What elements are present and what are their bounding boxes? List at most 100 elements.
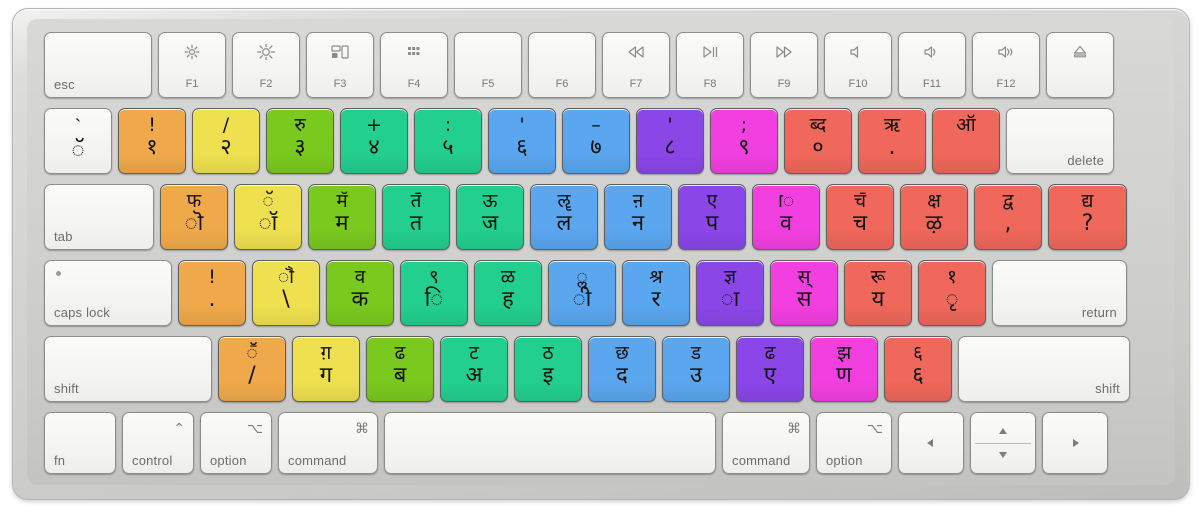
key-keyz[interactable]: ॕ /: [218, 336, 286, 402]
key-comma[interactable]: ढए: [736, 336, 804, 402]
key-digit3[interactable]: रु ३: [266, 108, 334, 174]
key-optionright[interactable]: option ⌥: [816, 412, 892, 474]
key-esc[interactable]: esc: [44, 32, 152, 98]
key-digit7[interactable]: –७: [562, 108, 630, 174]
key-shiftleft[interactable]: shift: [44, 336, 212, 402]
key-bot-backquote: ॅ: [71, 137, 85, 162]
key-keyd[interactable]: वक: [326, 260, 394, 326]
key-f2[interactable]: F2: [232, 32, 300, 98]
key-keyh[interactable]: ॢी: [548, 260, 616, 326]
key-keyk[interactable]: ज्ञा: [696, 260, 764, 326]
key-digit1[interactable]: ! १: [118, 108, 186, 174]
key-top-quote: १: [947, 266, 957, 288]
key-bracketright[interactable]: द्व,: [974, 184, 1042, 250]
key-f7[interactable]: F7: [602, 32, 670, 98]
key-arrowright[interactable]: [1042, 412, 1108, 474]
key-tab[interactable]: tab: [44, 184, 154, 250]
key-keye[interactable]: म̆ म: [308, 184, 376, 250]
key-minus[interactable]: ऋ.: [858, 108, 926, 174]
key-commandright[interactable]: command ⌘: [722, 412, 810, 474]
key-f3[interactable]: F3: [306, 32, 374, 98]
fast-forward-icon: [751, 44, 817, 60]
key-digit0[interactable]: ब्द ०: [784, 108, 852, 174]
key-f1[interactable]: F1: [158, 32, 226, 98]
key-bracketleft[interactable]: क्ष ऴ: [900, 184, 968, 250]
key-keyv[interactable]: टअ: [440, 336, 508, 402]
key-delete[interactable]: delete: [1006, 108, 1114, 174]
key-keym[interactable]: डउ: [662, 336, 730, 402]
arrow-key-divider: [975, 443, 1031, 444]
key-backslash[interactable]: द्य?: [1048, 184, 1127, 250]
key-f11[interactable]: F11: [898, 32, 966, 98]
key-space[interactable]: [384, 412, 716, 474]
key-keyj[interactable]: श्र र: [622, 260, 690, 326]
key-shiftright[interactable]: shift: [958, 336, 1130, 402]
key-commandleft[interactable]: command ⌘: [278, 412, 378, 474]
key-keyo[interactable]: ॎ व: [752, 184, 820, 250]
key-digit5[interactable]: :५: [414, 108, 482, 174]
key-digit9[interactable]: ; ९: [710, 108, 778, 174]
key-controlleft[interactable]: control ⌃: [122, 412, 194, 474]
key-f12[interactable]: F12: [972, 32, 1040, 98]
brightness-down-icon: [159, 44, 225, 60]
arrow-up-icon[interactable]: [971, 423, 1035, 439]
key-keyi[interactable]: एप: [678, 184, 746, 250]
key-arrowleft[interactable]: [898, 412, 964, 474]
arrow-right-icon: [1043, 435, 1107, 451]
key-bot-keyh: ी: [572, 287, 592, 312]
key-fnlabel-f12: F12: [996, 78, 1016, 90]
key-keyg[interactable]: ळह: [474, 260, 542, 326]
key-top-backslash: द्य: [1081, 190, 1094, 212]
key-backquote[interactable]: `ॅ: [44, 108, 112, 174]
key-bot-keyk: ा: [720, 287, 740, 312]
arrow-down-icon[interactable]: [971, 447, 1035, 463]
key-semicolon[interactable]: रू य: [844, 260, 912, 326]
key-f5[interactable]: F5: [454, 32, 522, 98]
key-quote[interactable]: १ृ: [918, 260, 986, 326]
key-f6[interactable]: F6: [528, 32, 596, 98]
key-digit4[interactable]: +४: [340, 108, 408, 174]
key-keyn[interactable]: छद: [588, 336, 656, 402]
key-keyp[interactable]: च̄ च: [826, 184, 894, 250]
key-f9[interactable]: F9: [750, 32, 818, 98]
key-bot-digit3: ३: [294, 135, 306, 160]
key-fnlabel-f4: F4: [407, 78, 421, 90]
key-keyy[interactable]: ॡल: [530, 184, 598, 250]
key-bot-keyc: ब: [393, 363, 407, 388]
key-f8[interactable]: F8: [676, 32, 744, 98]
key-slash[interactable]: ६६: [884, 336, 952, 402]
key-eject[interactable]: [1046, 32, 1114, 98]
key-f10[interactable]: F10: [824, 32, 892, 98]
key-keys[interactable]: ॏ \: [252, 260, 320, 326]
arrow-left-icon: [899, 435, 963, 451]
key-optionleft[interactable]: option ⌥: [200, 412, 272, 474]
key-keyu[interactable]: ऩन: [604, 184, 672, 250]
key-top-digit5: :: [444, 114, 452, 136]
key-keyq[interactable]: फॊ: [160, 184, 228, 250]
key-bot-keyb: इ: [542, 363, 554, 388]
key-capslock[interactable]: caps lock: [44, 260, 172, 326]
key-bot-digit7: ७: [590, 135, 602, 160]
key-return[interactable]: return: [992, 260, 1127, 326]
key-keya[interactable]: !.: [178, 260, 246, 326]
key-digit2[interactable]: /२: [192, 108, 260, 174]
key-keyb[interactable]: ठइ: [514, 336, 582, 402]
key-f4[interactable]: F4: [380, 32, 448, 98]
key-period[interactable]: झण: [810, 336, 878, 402]
key-fn[interactable]: fn: [44, 412, 116, 474]
key-top-digit4: +: [366, 114, 382, 136]
key-top-digit9: ;: [740, 114, 748, 136]
key-top-keyz: ॕ: [246, 342, 258, 364]
key-arrowupdown[interactable]: [970, 412, 1036, 474]
key-keyr[interactable]: त̄ त: [382, 184, 450, 250]
key-keyl[interactable]: स् स: [770, 260, 838, 326]
key-keyw[interactable]: ॅॉ: [234, 184, 302, 250]
key-keyf[interactable]: ९ि: [400, 260, 468, 326]
key-equal[interactable]: ऑ: [932, 108, 1000, 174]
key-top-keyv: ट: [469, 342, 479, 364]
key-digit8[interactable]: ' ८: [636, 108, 704, 174]
key-keyx[interactable]: ग़ ग: [292, 336, 360, 402]
key-keyt[interactable]: ऊज: [456, 184, 524, 250]
key-keyc[interactable]: ढब: [366, 336, 434, 402]
key-digit6[interactable]: ' ६: [488, 108, 556, 174]
